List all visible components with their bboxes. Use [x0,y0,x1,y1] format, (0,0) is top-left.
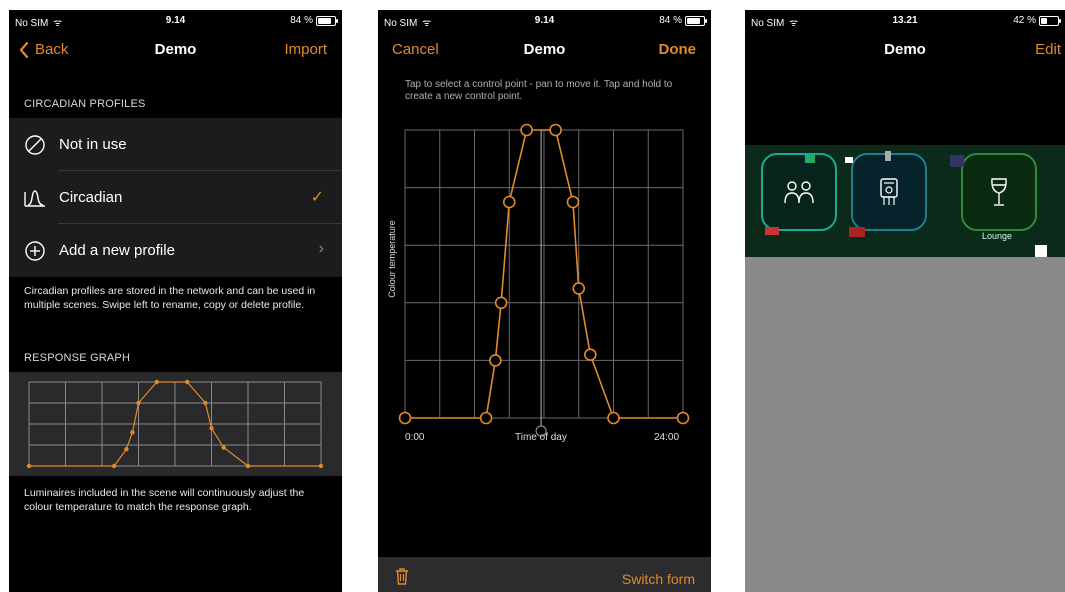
control-point-8[interactable] [209,426,214,431]
circadian-curve-icon [23,186,47,210]
section-header-response-graph: RESPONSE GRAPH [24,352,131,364]
control-point-5[interactable] [154,379,159,385]
control-point-9[interactable] [221,445,226,450]
profiles-footnote: Circadian profiles are stored in the net… [24,285,316,311]
control-point-3[interactable] [494,296,508,310]
x-axis-start: 0:00 [405,432,425,443]
page-title: Demo [884,41,926,58]
response-graph[interactable] [9,372,342,476]
section-header-circadian-profiles: CIRCADIAN PROFILES [24,98,146,110]
people-icon [784,181,814,204]
control-point-10[interactable] [607,411,620,425]
battery-percent: 42 % [1013,15,1036,26]
empty-area [745,257,1065,592]
profile-label: Add a new profile [59,242,175,259]
control-point-2[interactable] [489,354,502,367]
x-axis-end: 24:00 [654,432,680,443]
x-axis-label: Time of day [515,432,567,443]
control-point-3[interactable] [130,430,135,435]
control-point-4[interactable] [136,400,141,406]
trash-icon[interactable] [394,567,410,590]
control-point-0[interactable] [398,411,412,425]
navigation-bar: Demo Edit [745,32,1065,68]
wine-glass-icon [991,178,1007,206]
profile-row-circadian[interactable]: Circadian ✓ [9,171,342,224]
control-point-11[interactable] [676,411,690,425]
graph-footnote: Luminaires included in the scene will co… [24,487,305,513]
done-button[interactable]: Done [659,41,697,58]
profile-row-not-in-use[interactable]: Not in use [9,118,342,171]
scene-tile-people[interactable] [761,153,837,231]
control-point-1[interactable] [479,411,493,425]
control-point-2[interactable] [124,447,129,452]
chevron-right-icon: › [318,240,324,257]
profile-label: Not in use [59,136,127,153]
edit-button[interactable]: Edit [1035,41,1061,58]
battery-percent: 84 % [659,15,682,26]
navigation-bar: Cancel Demo Done [378,32,711,68]
scenes-screen: No SIM ᯤ 13.21 42 % Demo Edit Lounge [745,10,1065,592]
scene-grid: Lounge [745,145,1065,257]
editor-toolbar: Switch form [378,557,711,592]
profiles-screen: No SIM ᯤ 9.14 84 % Back Demo Import CIRC… [9,10,342,592]
scene-label: Lounge [981,231,1013,241]
editor-hint: Tap to select a control point - pan to m… [405,79,673,102]
control-point-1[interactable] [111,463,117,469]
device-icon [880,178,898,205]
control-point-9[interactable] [584,348,597,361]
profile-list: Not in use Circadian ✓ Add a new profile… [9,118,342,277]
graph-editor-canvas[interactable] [378,120,711,440]
navigation-bar: Back Demo Import [9,32,342,68]
checkmark-icon: ✓ [310,189,324,206]
scene-tile-lounge[interactable] [961,153,1037,231]
battery-percent: 84 % [290,15,313,26]
battery-icon [685,15,707,26]
graph-editor-screen: No SIM ᯤ 9.14 84 % Cancel Demo Done Tap … [378,10,711,592]
plus-circle-icon [23,239,47,263]
scene-tile-device[interactable] [851,153,927,231]
battery-icon [316,15,338,26]
status-bar: No SIM ᯤ 9.14 84 % [9,10,342,32]
control-point-6[interactable] [549,123,562,137]
profile-label: Circadian [59,189,123,206]
control-point-5[interactable] [520,123,533,137]
control-point-8[interactable] [572,282,586,295]
control-point-6[interactable] [184,379,190,385]
control-point-4[interactable] [502,195,516,209]
status-bar: No SIM ᯤ 13.21 42 % [745,10,1065,32]
control-point-11[interactable] [318,463,324,469]
status-bar: No SIM ᯤ 9.14 84 % [378,10,711,32]
control-point-10[interactable] [245,463,251,469]
control-point-7[interactable] [203,400,208,406]
import-button[interactable]: Import [284,41,327,58]
battery-icon [1039,15,1061,26]
switch-form-button[interactable]: Switch form [622,571,695,587]
control-point-7[interactable] [566,195,580,209]
not-in-use-icon [23,133,47,157]
profile-row-add-new[interactable]: Add a new profile › [9,224,342,277]
control-point-0[interactable] [26,463,32,469]
